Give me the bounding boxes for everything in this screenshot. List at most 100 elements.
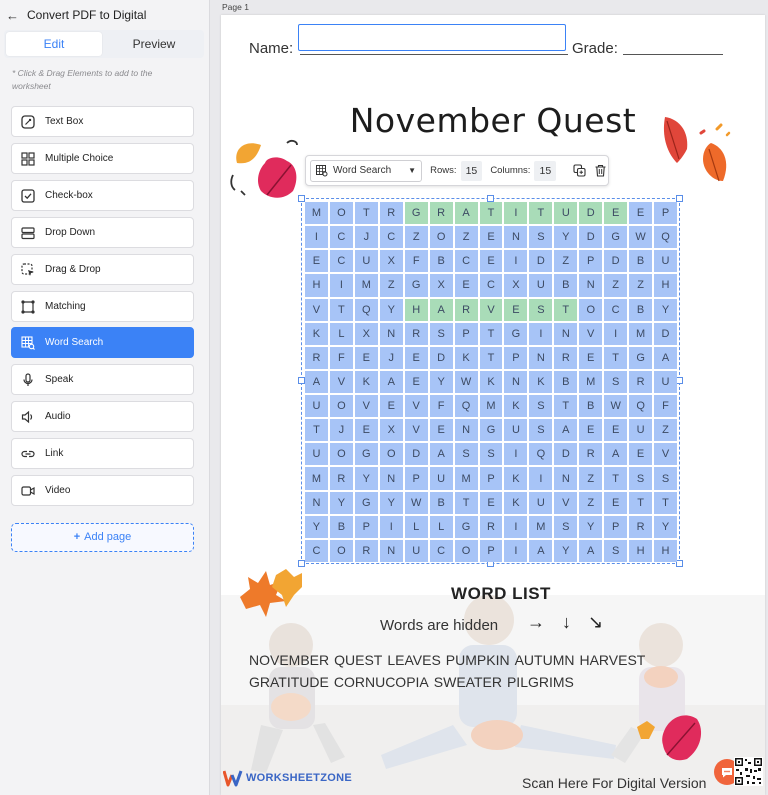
- grid-cell[interactable]: A: [379, 370, 403, 394]
- add-page-button[interactable]: + Add page: [11, 523, 194, 552]
- tool-multiple-choice[interactable]: Multiple Choice: [11, 143, 194, 174]
- grid-cell[interactable]: R: [579, 443, 603, 466]
- grid-cell[interactable]: M: [529, 515, 553, 538]
- grid-cell[interactable]: R: [354, 539, 378, 562]
- grid-cell[interactable]: R: [454, 298, 478, 321]
- grid-cell[interactable]: U: [429, 467, 453, 490]
- word-search-grid[interactable]: MOTRGRATITUDEEPICJCZOZENSYDGWQECUXFBCEID…: [305, 202, 677, 562]
- grid-cell[interactable]: E: [604, 491, 628, 514]
- grid-cell[interactable]: E: [479, 226, 503, 249]
- grid-cell[interactable]: V: [404, 419, 428, 442]
- grid-cell[interactable]: F: [329, 346, 353, 369]
- grid-cell[interactable]: O: [329, 202, 353, 225]
- grid-cell[interactable]: Z: [579, 491, 603, 514]
- grid-cell[interactable]: L: [429, 515, 453, 538]
- grid-cell[interactable]: T: [354, 202, 378, 225]
- grid-cell[interactable]: I: [529, 467, 553, 490]
- grid-cell[interactable]: P: [354, 515, 378, 538]
- grid-cell[interactable]: U: [654, 250, 677, 273]
- grid-cell[interactable]: D: [579, 226, 603, 249]
- grid-cell[interactable]: O: [379, 443, 403, 466]
- grid-cell[interactable]: G: [629, 346, 653, 369]
- grid-cell[interactable]: E: [429, 419, 453, 442]
- grid-cell[interactable]: A: [429, 443, 453, 466]
- grid-cell[interactable]: S: [604, 370, 628, 394]
- grid-cell[interactable]: D: [404, 443, 428, 466]
- grid-cell[interactable]: Y: [379, 298, 403, 321]
- grid-cell[interactable]: Q: [529, 443, 553, 466]
- grid-cell[interactable]: T: [305, 419, 328, 442]
- grid-cell[interactable]: E: [379, 395, 403, 418]
- grid-cell[interactable]: V: [554, 491, 578, 514]
- grid-cell[interactable]: W: [604, 395, 628, 418]
- grid-cell[interactable]: O: [329, 539, 353, 562]
- grid-cell[interactable]: O: [429, 226, 453, 249]
- tool-drop-down[interactable]: Drop Down: [11, 217, 194, 248]
- resize-handle[interactable]: [298, 195, 305, 202]
- grid-cell[interactable]: Z: [654, 419, 677, 442]
- grid-cell[interactable]: Z: [454, 226, 478, 249]
- grid-cell[interactable]: A: [305, 370, 328, 394]
- element-type-select[interactable]: Word Search ▼: [310, 159, 423, 182]
- grid-cell[interactable]: B: [429, 491, 453, 514]
- grid-cell[interactable]: A: [604, 443, 628, 466]
- grid-cell[interactable]: E: [579, 419, 603, 442]
- grid-cell[interactable]: H: [305, 274, 328, 297]
- grid-cell[interactable]: Y: [429, 370, 453, 394]
- grid-cell[interactable]: D: [554, 443, 578, 466]
- grid-cell[interactable]: P: [504, 346, 528, 369]
- grid-cell[interactable]: Z: [404, 226, 428, 249]
- grid-cell[interactable]: E: [404, 346, 428, 369]
- grid-cell[interactable]: X: [504, 274, 528, 297]
- grid-cell[interactable]: C: [429, 539, 453, 562]
- grid-cell[interactable]: F: [429, 395, 453, 418]
- grid-cell[interactable]: P: [654, 202, 677, 225]
- grid-cell[interactable]: B: [554, 370, 578, 394]
- grid-cell[interactable]: T: [654, 491, 677, 514]
- grid-cell[interactable]: U: [629, 419, 653, 442]
- resize-handle[interactable]: [676, 560, 683, 567]
- tool-drag-drop[interactable]: Drag & Drop: [11, 254, 194, 285]
- grid-cell[interactable]: D: [429, 346, 453, 369]
- grid-cell[interactable]: G: [504, 322, 528, 345]
- grid-cell[interactable]: N: [529, 346, 553, 369]
- grid-cell[interactable]: M: [629, 322, 653, 345]
- grid-cell[interactable]: B: [429, 250, 453, 273]
- grid-cell[interactable]: Y: [554, 539, 578, 562]
- grid-cell[interactable]: C: [454, 250, 478, 273]
- tool-audio[interactable]: Audio: [11, 401, 194, 432]
- grid-cell[interactable]: N: [504, 370, 528, 394]
- resize-handle[interactable]: [298, 377, 305, 384]
- grid-cell[interactable]: I: [379, 515, 403, 538]
- grid-cell[interactable]: M: [579, 370, 603, 394]
- rows-input[interactable]: 15: [460, 160, 483, 181]
- grid-cell[interactable]: A: [429, 298, 453, 321]
- grid-cell[interactable]: P: [579, 250, 603, 273]
- grid-cell[interactable]: K: [454, 346, 478, 369]
- tool-word-search[interactable]: Word Search: [11, 327, 194, 358]
- grid-cell[interactable]: T: [329, 298, 353, 321]
- grid-cell[interactable]: W: [454, 370, 478, 394]
- grid-cell[interactable]: S: [454, 443, 478, 466]
- grid-cell[interactable]: G: [604, 226, 628, 249]
- grid-cell[interactable]: Z: [554, 250, 578, 273]
- grid-cell[interactable]: T: [479, 346, 503, 369]
- grid-cell[interactable]: T: [554, 395, 578, 418]
- tool-video[interactable]: Video: [11, 475, 194, 506]
- grid-cell[interactable]: O: [329, 395, 353, 418]
- grid-cell[interactable]: C: [479, 274, 503, 297]
- grid-cell[interactable]: U: [554, 202, 578, 225]
- grid-cell[interactable]: T: [629, 491, 653, 514]
- grid-cell[interactable]: O: [454, 539, 478, 562]
- grid-cell[interactable]: N: [379, 322, 403, 345]
- grid-cell[interactable]: I: [305, 226, 328, 249]
- grid-cell[interactable]: V: [479, 298, 503, 321]
- grid-cell[interactable]: T: [454, 491, 478, 514]
- grid-cell[interactable]: U: [504, 419, 528, 442]
- grid-cell[interactable]: R: [554, 346, 578, 369]
- grid-cell[interactable]: D: [604, 250, 628, 273]
- grid-cell[interactable]: V: [354, 395, 378, 418]
- grid-cell[interactable]: U: [404, 539, 428, 562]
- grid-cell[interactable]: I: [504, 443, 528, 466]
- tool-speak[interactable]: Speak: [11, 364, 194, 395]
